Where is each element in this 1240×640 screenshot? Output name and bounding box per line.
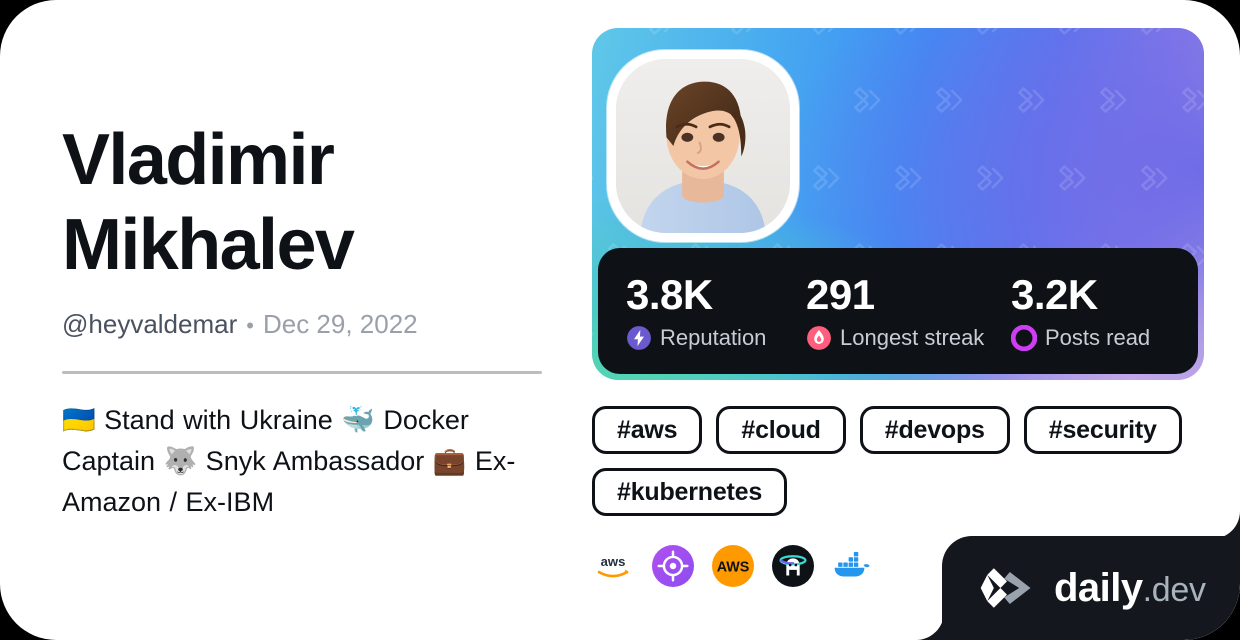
cover-watermark-icon: [1095, 86, 1129, 114]
flame-icon: [806, 325, 832, 351]
daily-dev-badge: daily .dev: [942, 536, 1240, 640]
tag-security[interactable]: #security: [1023, 406, 1182, 454]
tag-list: #aws #cloud #devops #security #kubernete…: [592, 406, 1192, 516]
cover-watermark-icon: [890, 164, 924, 192]
notch-top: [1212, 509, 1240, 539]
cover-watermark-icon: [808, 164, 842, 192]
cover-watermark-icon: [592, 28, 596, 36]
separator-dot: •: [246, 313, 254, 338]
cover-watermark-icon: [1054, 164, 1088, 192]
cover-watermark-icon: [972, 164, 1006, 192]
lightning-bolt-icon: [626, 325, 652, 351]
tag-devops[interactable]: #devops: [859, 406, 1010, 454]
brand-name-bold: daily: [1054, 565, 1143, 610]
stat-value: 3.8K: [626, 270, 713, 318]
aws-circle-badge: AWS: [712, 545, 754, 587]
cover-watermark-icon: [972, 28, 1006, 36]
cover-watermark-icon: [592, 164, 596, 192]
name-line-1: Vladimir: [62, 120, 335, 200]
svg-text:AWS: AWS: [717, 560, 750, 576]
ring-icon: [1011, 324, 1037, 351]
stat-longest-streak: 291 Longest streak: [806, 270, 1011, 351]
cover-watermark-icon: [592, 320, 596, 348]
cover-watermark-icon: [1054, 28, 1088, 36]
avatar-image: [616, 59, 790, 233]
cover-watermark-icon: [644, 28, 678, 36]
cover-watermark-icon: [726, 28, 760, 36]
stat-value: 291: [806, 270, 875, 318]
stat-label: Longest streak: [840, 324, 985, 350]
profile-info-column: Vladimir Mikhalev @heyvaldemar • Dec 29,…: [62, 118, 562, 523]
cover-watermark-icon: [849, 86, 883, 114]
stat-label: Posts read: [1045, 324, 1151, 350]
cover-watermark-icon: [1013, 86, 1047, 114]
docker-whale-badge: [832, 545, 874, 587]
profile-card: Vladimir Mikhalev @heyvaldemar • Dec 29,…: [0, 0, 1240, 640]
daily-dev-brand-corner: daily .dev: [914, 509, 1240, 640]
cover-watermark-icon: [1136, 28, 1170, 36]
notch-left: [914, 612, 944, 640]
page-title: Vladimir Mikhalev: [62, 118, 482, 288]
cover-watermark-icon: [808, 28, 842, 36]
tag-kubernetes[interactable]: #kubernetes: [592, 468, 788, 516]
tag-aws[interactable]: #aws: [592, 406, 703, 454]
tag-cloud[interactable]: #cloud: [716, 406, 846, 454]
divider: [62, 371, 542, 374]
daily-dev-logo-icon: [976, 566, 1038, 610]
aws-wordmark-badge: aws: [592, 545, 634, 587]
snyk-dog-badge: [772, 545, 814, 587]
join-date: Dec 29, 2022: [262, 309, 418, 339]
stat-reputation: 3.8K Reputation: [626, 270, 806, 351]
brand-text: daily .dev: [1054, 566, 1206, 611]
profile-bio: 🇺🇦 Stand with Ukraine 🐳 Docker Captain 🐺…: [62, 405, 516, 517]
brand-name-light: .dev: [1142, 570, 1206, 609]
stat-posts-read: 3.2K Posts read: [1011, 270, 1151, 351]
stat-value: 3.2K: [1011, 270, 1098, 318]
cover-watermark-icon: [890, 28, 924, 36]
handle-row: @heyvaldemar • Dec 29, 2022: [62, 308, 562, 342]
avatar: [607, 50, 799, 242]
stats-bar: 3.8K Reputation 291 Longest streak 3.2K …: [598, 248, 1198, 374]
cover-watermark-icon: [931, 86, 965, 114]
stat-label: Reputation: [660, 324, 767, 350]
user-handle[interactable]: @heyvaldemar: [62, 308, 237, 340]
cover-watermark-icon: [1136, 164, 1170, 192]
target-crosshair-badge: [652, 545, 694, 587]
cover-watermark-icon: [1177, 86, 1204, 114]
profile-media-column: 3.8K Reputation 291 Longest streak 3.2K …: [592, 28, 1204, 588]
name-line-2: Mikhalev: [62, 205, 355, 285]
svg-text:aws: aws: [601, 554, 626, 569]
cover-image: 3.8K Reputation 291 Longest streak 3.2K …: [592, 28, 1204, 380]
